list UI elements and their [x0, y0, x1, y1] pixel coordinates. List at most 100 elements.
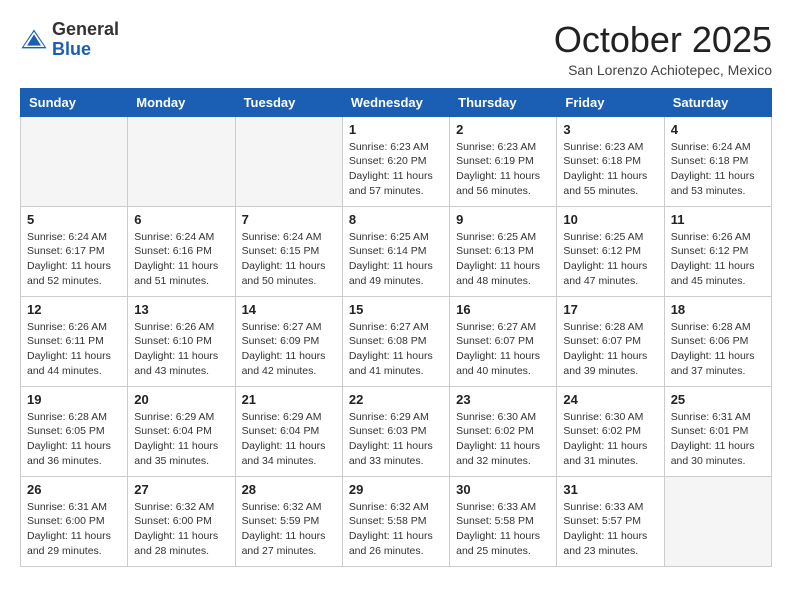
- calendar-cell: 22 Sunrise: 6:29 AMSunset: 6:03 PMDayligh…: [342, 386, 449, 476]
- location-text: San Lorenzo Achiotepec, Mexico: [554, 62, 772, 78]
- day-number: 5: [27, 212, 121, 227]
- day-info: Sunrise: 6:23 AMSunset: 6:18 PMDaylight:…: [563, 140, 657, 199]
- calendar-cell: 28 Sunrise: 6:32 AMSunset: 5:59 PMDayligh…: [235, 476, 342, 566]
- month-title: October 2025: [554, 20, 772, 60]
- calendar-cell: 10Sunrise: 6:25 AMSunset: 6:12 PMDayligh…: [557, 206, 664, 296]
- calendar-cell: 3Sunrise: 6:23 AMSunset: 6:18 PMDaylight…: [557, 116, 664, 206]
- day-number: 11: [671, 212, 765, 227]
- calendar-cell: 19 Sunrise: 6:28 AMSunset: 6:05 PMDayligh…: [21, 386, 128, 476]
- day-number: 16: [456, 302, 550, 317]
- day-info: Sunrise: 6:26 AMSunset: 6:11 PMDaylight:…: [27, 320, 121, 379]
- calendar-cell: 5 Sunrise: 6:24 AMSunset: 6:17 PMDaylight…: [21, 206, 128, 296]
- week-row: 26 Sunrise: 6:31 AMSunset: 6:00 PMDayligh…: [21, 476, 772, 566]
- calendar-cell: 29 Sunrise: 6:32 AMSunset: 5:58 PMDayligh…: [342, 476, 449, 566]
- day-info: Sunrise: 6:29 AMSunset: 6:04 PMDaylight:…: [242, 410, 336, 469]
- day-number: 21: [242, 392, 336, 407]
- day-number: 19: [27, 392, 121, 407]
- day-number: 6: [134, 212, 228, 227]
- day-of-week-header: Thursday: [450, 88, 557, 116]
- logo-text: General Blue: [52, 20, 119, 60]
- day-info: Sunrise: 6:27 AMSunset: 6:07 PMDaylight:…: [456, 320, 550, 379]
- day-number: 12: [27, 302, 121, 317]
- day-info: Sunrise: 6:30 AMSunset: 6:02 PMDaylight:…: [563, 410, 657, 469]
- day-info: Sunrise: 6:28 AMSunset: 6:05 PMDaylight:…: [27, 410, 121, 469]
- day-info: Sunrise: 6:31 AMSunset: 6:00 PMDaylight:…: [27, 500, 121, 559]
- calendar-cell: 1 Sunrise: 6:23 AMSunset: 6:20 PMDaylight…: [342, 116, 449, 206]
- day-info: Sunrise: 6:27 AMSunset: 6:09 PMDaylight:…: [242, 320, 336, 379]
- calendar-cell: 8Sunrise: 6:25 AMSunset: 6:14 PMDaylight…: [342, 206, 449, 296]
- day-info: Sunrise: 6:24 AMSunset: 6:16 PMDaylight:…: [134, 230, 228, 289]
- logo-general-text: General: [52, 20, 119, 40]
- day-number: 1: [349, 122, 443, 137]
- day-of-week-header: Wednesday: [342, 88, 449, 116]
- calendar-cell: 6 Sunrise: 6:24 AMSunset: 6:16 PMDaylight…: [128, 206, 235, 296]
- day-info: Sunrise: 6:33 AMSunset: 5:57 PMDaylight:…: [563, 500, 657, 559]
- day-number: 29: [349, 482, 443, 497]
- day-info: Sunrise: 6:24 AMSunset: 6:17 PMDaylight:…: [27, 230, 121, 289]
- calendar-header-row: SundayMondayTuesdayWednesdayThursdayFrid…: [21, 88, 772, 116]
- day-number: 2: [456, 122, 550, 137]
- day-info: Sunrise: 6:24 AMSunset: 6:15 PMDaylight:…: [242, 230, 336, 289]
- day-info: Sunrise: 6:28 AMSunset: 6:07 PMDaylight:…: [563, 320, 657, 379]
- calendar-cell: 11 Sunrise: 6:26 AMSunset: 6:12 PMDayligh…: [664, 206, 771, 296]
- calendar-cell: 4Sunrise: 6:24 AMSunset: 6:18 PMDaylight…: [664, 116, 771, 206]
- calendar-cell: 21 Sunrise: 6:29 AMSunset: 6:04 PMDayligh…: [235, 386, 342, 476]
- day-info: Sunrise: 6:25 AMSunset: 6:13 PMDaylight:…: [456, 230, 550, 289]
- day-info: Sunrise: 6:32 AMSunset: 5:58 PMDaylight:…: [349, 500, 443, 559]
- day-info: Sunrise: 6:31 AMSunset: 6:01 PMDaylight:…: [671, 410, 765, 469]
- calendar-cell: 14Sunrise: 6:27 AMSunset: 6:09 PMDayligh…: [235, 296, 342, 386]
- calendar-cell: [235, 116, 342, 206]
- logo: General Blue: [20, 20, 119, 60]
- calendar-cell: 26 Sunrise: 6:31 AMSunset: 6:00 PMDayligh…: [21, 476, 128, 566]
- day-number: 9: [456, 212, 550, 227]
- day-number: 10: [563, 212, 657, 227]
- day-number: 7: [242, 212, 336, 227]
- day-number: 22: [349, 392, 443, 407]
- calendar-cell: 7 Sunrise: 6:24 AMSunset: 6:15 PMDaylight…: [235, 206, 342, 296]
- day-number: 13: [134, 302, 228, 317]
- day-info: Sunrise: 6:23 AMSunset: 6:19 PMDaylight:…: [456, 140, 550, 199]
- day-number: 17: [563, 302, 657, 317]
- logo-icon: [20, 26, 48, 54]
- day-info: Sunrise: 6:26 AMSunset: 6:12 PMDaylight:…: [671, 230, 765, 289]
- week-row: 19 Sunrise: 6:28 AMSunset: 6:05 PMDayligh…: [21, 386, 772, 476]
- day-info: Sunrise: 6:24 AMSunset: 6:18 PMDaylight:…: [671, 140, 765, 199]
- calendar-cell: [664, 476, 771, 566]
- day-of-week-header: Saturday: [664, 88, 771, 116]
- day-number: 31: [563, 482, 657, 497]
- day-info: Sunrise: 6:28 AMSunset: 6:06 PMDaylight:…: [671, 320, 765, 379]
- calendar-cell: 18Sunrise: 6:28 AMSunset: 6:06 PMDayligh…: [664, 296, 771, 386]
- calendar-cell: 24 Sunrise: 6:30 AMSunset: 6:02 PMDayligh…: [557, 386, 664, 476]
- logo-blue-text: Blue: [52, 40, 119, 60]
- day-number: 28: [242, 482, 336, 497]
- calendar-cell: 20Sunrise: 6:29 AMSunset: 6:04 PMDayligh…: [128, 386, 235, 476]
- calendar-cell: 30Sunrise: 6:33 AMSunset: 5:58 PMDayligh…: [450, 476, 557, 566]
- page-header: General Blue October 2025 San Lorenzo Ac…: [20, 20, 772, 78]
- day-info: Sunrise: 6:29 AMSunset: 6:03 PMDaylight:…: [349, 410, 443, 469]
- calendar-cell: 2 Sunrise: 6:23 AMSunset: 6:19 PMDaylight…: [450, 116, 557, 206]
- calendar-cell: 16 Sunrise: 6:27 AMSunset: 6:07 PMDayligh…: [450, 296, 557, 386]
- day-number: 26: [27, 482, 121, 497]
- day-number: 24: [563, 392, 657, 407]
- day-of-week-header: Friday: [557, 88, 664, 116]
- calendar-cell: 27Sunrise: 6:32 AMSunset: 6:00 PMDayligh…: [128, 476, 235, 566]
- calendar-cell: 17 Sunrise: 6:28 AMSunset: 6:07 PMDayligh…: [557, 296, 664, 386]
- calendar-cell: 12 Sunrise: 6:26 AMSunset: 6:11 PMDayligh…: [21, 296, 128, 386]
- calendar-cell: 23 Sunrise: 6:30 AMSunset: 6:02 PMDayligh…: [450, 386, 557, 476]
- calendar-cell: 13 Sunrise: 6:26 AMSunset: 6:10 PMDayligh…: [128, 296, 235, 386]
- day-number: 23: [456, 392, 550, 407]
- calendar-table: SundayMondayTuesdayWednesdayThursdayFrid…: [20, 88, 772, 567]
- day-info: Sunrise: 6:23 AMSunset: 6:20 PMDaylight:…: [349, 140, 443, 199]
- day-info: Sunrise: 6:32 AMSunset: 6:00 PMDaylight:…: [134, 500, 228, 559]
- day-number: 30: [456, 482, 550, 497]
- week-row: 1 Sunrise: 6:23 AMSunset: 6:20 PMDaylight…: [21, 116, 772, 206]
- day-info: Sunrise: 6:25 AMSunset: 6:14 PMDaylight:…: [349, 230, 443, 289]
- day-info: Sunrise: 6:26 AMSunset: 6:10 PMDaylight:…: [134, 320, 228, 379]
- week-row: 5 Sunrise: 6:24 AMSunset: 6:17 PMDaylight…: [21, 206, 772, 296]
- day-info: Sunrise: 6:30 AMSunset: 6:02 PMDaylight:…: [456, 410, 550, 469]
- calendar-cell: 25Sunrise: 6:31 AMSunset: 6:01 PMDayligh…: [664, 386, 771, 476]
- calendar-cell: 9 Sunrise: 6:25 AMSunset: 6:13 PMDaylight…: [450, 206, 557, 296]
- day-info: Sunrise: 6:29 AMSunset: 6:04 PMDaylight:…: [134, 410, 228, 469]
- day-info: Sunrise: 6:32 AMSunset: 5:59 PMDaylight:…: [242, 500, 336, 559]
- day-of-week-header: Sunday: [21, 88, 128, 116]
